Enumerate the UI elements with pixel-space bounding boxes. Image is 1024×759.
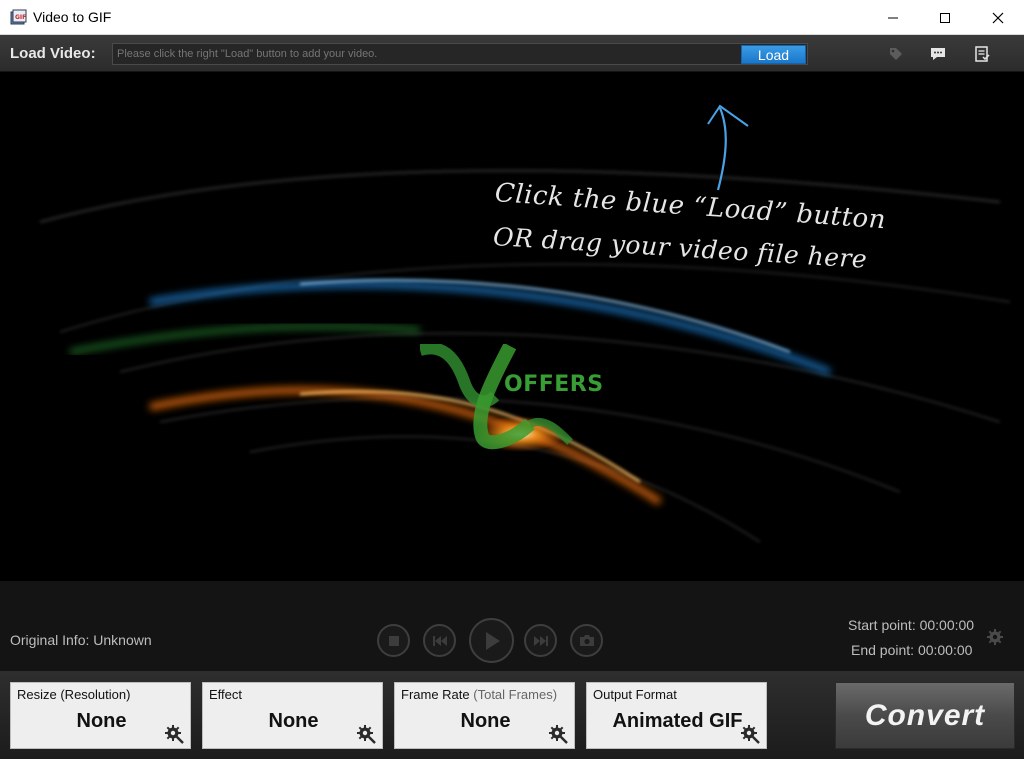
watermark-logo: OFFERS (418, 342, 620, 454)
effect-settings-gear-icon[interactable] (356, 724, 376, 744)
playback-bar: Original Info: Unknown Start point: 00:0… (0, 581, 1024, 671)
light-streaks-background (39, 104, 1011, 543)
watermark-text: OFFERS (504, 372, 604, 397)
camera-icon (579, 635, 594, 646)
play-icon (485, 631, 500, 650)
stop-icon (388, 635, 399, 646)
video-path-input[interactable] (112, 43, 808, 65)
frame-rate-label-main: Frame Rate (401, 687, 470, 702)
next-icon (533, 635, 548, 646)
feedback-icon (931, 48, 945, 60)
effect-label: Effect (209, 687, 243, 702)
register-icon (975, 46, 990, 62)
close-button[interactable] (975, 0, 1021, 35)
frame-rate-settings-gear-icon[interactable] (548, 724, 568, 744)
window-title: Video to GIF (33, 9, 112, 25)
watermark-logo-icon (418, 342, 573, 450)
output-format-card[interactable]: Output Format Animated GIF (586, 682, 767, 749)
video-drop-area[interactable]: Click the blue “Load” button OR drag you… (0, 72, 1024, 581)
minimize-button[interactable] (870, 0, 916, 35)
resize-card[interactable]: Resize (Resolution) None (10, 682, 191, 749)
tag-icon (890, 48, 902, 60)
output-format-settings-gear-icon[interactable] (740, 724, 760, 744)
output-format-label: Output Format (593, 687, 677, 702)
register-button[interactable] (972, 45, 992, 63)
settings-bar: Resize (Resolution) None Effect None Fra… (0, 671, 1024, 759)
frame-rate-label-sub: (Total Frames) (473, 687, 558, 702)
end-point: End point: 00:00:00 (851, 642, 973, 658)
maximize-icon (940, 12, 950, 23)
feedback-button[interactable] (928, 45, 948, 63)
maximize-button[interactable] (922, 0, 968, 35)
frame-rate-card[interactable]: Frame Rate (Total Frames) None (394, 682, 575, 749)
play-button[interactable] (469, 618, 514, 663)
next-button[interactable] (524, 624, 557, 657)
close-icon (992, 12, 1004, 23)
trim-settings-gear-icon[interactable] (986, 628, 1006, 648)
previous-button[interactable] (423, 624, 456, 657)
original-info: Original Info: Unknown (10, 632, 152, 648)
minimize-icon (888, 17, 898, 18)
load-button[interactable]: Load (741, 45, 806, 64)
start-point: Start point: 00:00:00 (848, 617, 975, 633)
app-icon: GIF (10, 9, 27, 25)
resize-settings-gear-icon[interactable] (164, 724, 184, 744)
previous-icon (432, 635, 447, 646)
svg-text:GIF: GIF (15, 14, 26, 21)
stop-button[interactable] (377, 624, 410, 657)
load-video-label: Load Video: (10, 45, 96, 62)
frame-rate-label: Frame Rate (Total Frames) (401, 687, 557, 702)
title-bar: GIF Video to GIF (0, 0, 1024, 35)
resize-label: Resize (Resolution) (17, 687, 131, 702)
effect-card[interactable]: Effect None (202, 682, 383, 749)
snapshot-button[interactable] (570, 624, 603, 657)
convert-button[interactable]: Convert (835, 682, 1015, 749)
load-toolbar: Load Video: Load (0, 35, 1024, 72)
tag-button[interactable] (886, 45, 906, 63)
